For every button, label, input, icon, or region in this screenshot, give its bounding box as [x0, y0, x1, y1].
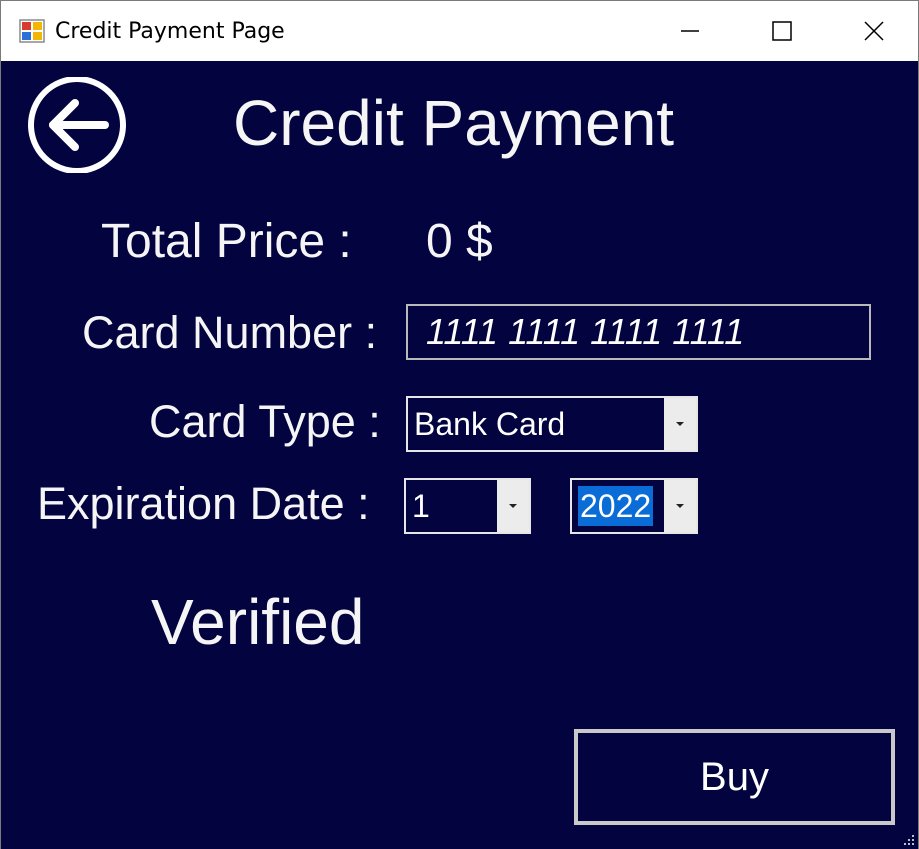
title-bar[interactable]: Credit Payment Page	[1, 1, 918, 61]
expiration-date-label: Expiration Date :	[37, 478, 370, 529]
card-type-select[interactable]: Bank Card	[406, 396, 698, 452]
expiration-month-select[interactable]: 1	[404, 478, 531, 534]
card-number-label: Card Number :	[82, 307, 378, 358]
expiration-month-value: 1	[412, 488, 430, 524]
total-price-value: 0 $	[426, 215, 493, 268]
resize-grip-icon[interactable]	[902, 833, 916, 847]
window-title: Credit Payment Page	[55, 19, 285, 44]
close-icon	[864, 21, 884, 41]
minimize-icon	[681, 30, 699, 32]
card-type-label: Card Type :	[149, 396, 381, 447]
card-number-input[interactable]: 1111 1111 1111 1111	[406, 304, 871, 360]
buy-button[interactable]: Buy	[574, 729, 895, 825]
app-window: Credit Payment Page Credit Payment Total…	[0, 0, 919, 849]
total-price-label: Total Price :	[101, 215, 352, 268]
minimize-button[interactable]	[644, 1, 736, 61]
verification-status: Verified	[151, 586, 365, 658]
page-title: Credit Payment	[233, 87, 675, 159]
chevron-down-icon	[509, 504, 517, 508]
app-icon	[19, 19, 45, 43]
chevron-down-icon	[676, 504, 684, 508]
card-type-value: Bank Card	[414, 406, 566, 442]
back-arrow-circle-icon	[28, 76, 126, 174]
maximize-icon	[772, 21, 792, 41]
expiration-year-value: 2022	[578, 486, 654, 526]
expiration-year-select[interactable]: 2022	[570, 478, 698, 534]
card-type-dropdown-button[interactable]	[664, 398, 696, 450]
expiration-year-dropdown-button[interactable]	[664, 480, 696, 532]
close-button[interactable]	[828, 1, 919, 61]
chevron-down-icon	[676, 422, 684, 426]
back-button[interactable]	[25, 76, 129, 174]
maximize-button[interactable]	[736, 1, 828, 61]
expiration-month-dropdown-button[interactable]	[497, 480, 529, 532]
payment-form: Credit Payment Total Price : 0 $ Card Nu…	[1, 61, 918, 849]
